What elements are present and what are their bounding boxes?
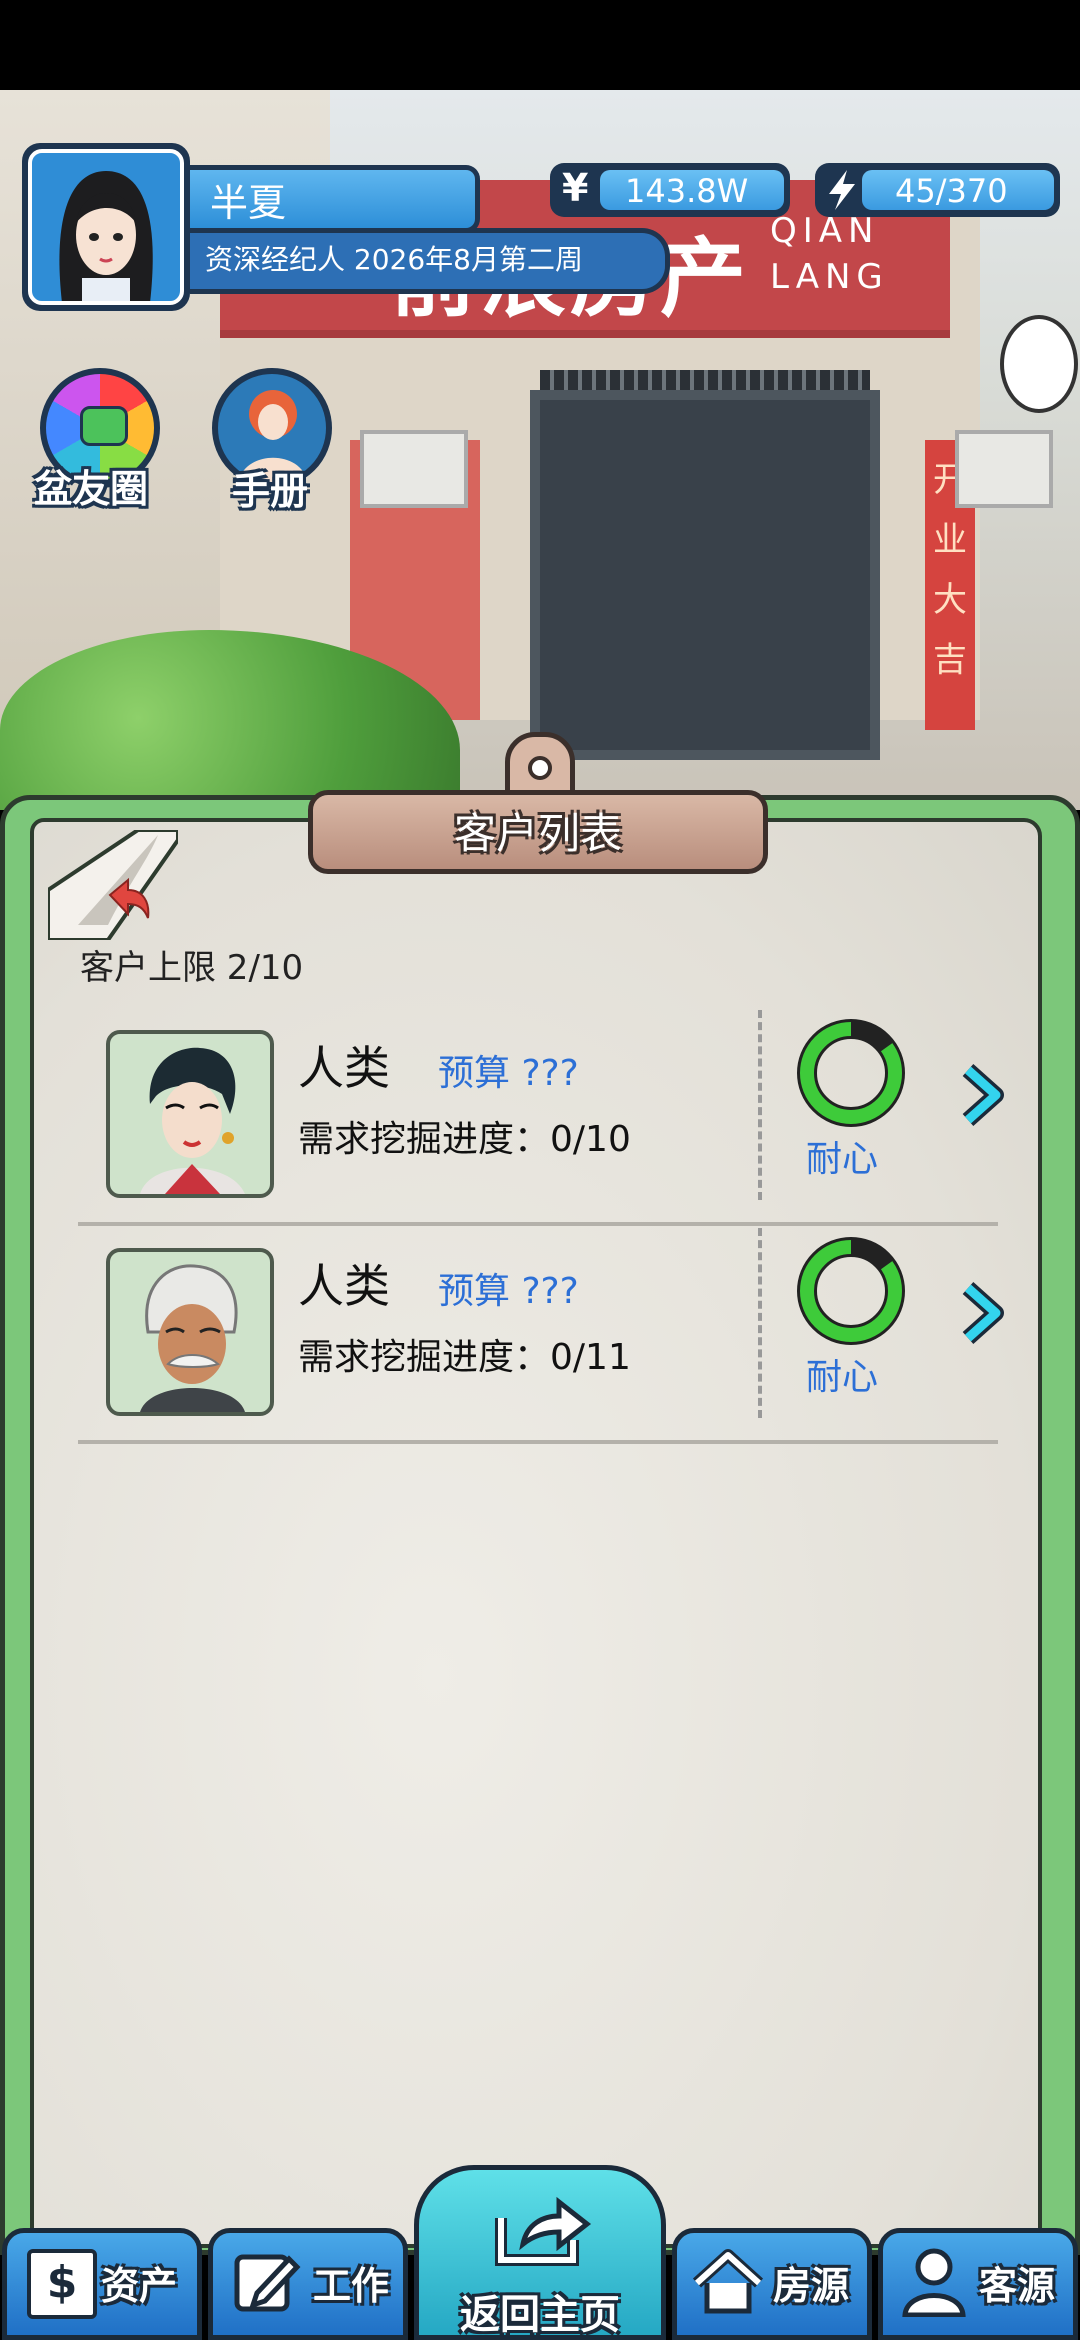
nav-clients-label: 客源 [979, 2264, 1056, 2308]
row-divider [758, 1228, 762, 1418]
friends-circle-button[interactable]: 盆友圈 [34, 368, 174, 511]
player-title-date: 资深经纪人 2026年8月第二周 [205, 243, 583, 276]
air-conditioner [955, 430, 1053, 508]
assets-icon: $ [27, 2249, 97, 2319]
nav-houses-label: 房源 [773, 2264, 850, 2308]
lightning-icon [825, 168, 859, 216]
nav-assets-label: 资产 [101, 2264, 178, 2308]
back-arrow-icon [46, 828, 180, 942]
shop-door [530, 390, 880, 760]
nav-home-label: 返回主页 [460, 2292, 620, 2338]
patience-ring [796, 1018, 906, 1128]
row-divider [758, 1010, 762, 1200]
nav-houses-button[interactable]: 房源 [672, 2228, 872, 2340]
chevron-right-icon[interactable] [958, 1060, 1008, 1130]
chevron-right-icon[interactable] [958, 1278, 1008, 1348]
yuan-icon: ¥ [562, 166, 589, 210]
old-man-portrait-icon [140, 1264, 245, 1412]
shop-sign-english: QIAN LANG [770, 208, 889, 300]
avatar-portrait [28, 149, 184, 305]
customer-row[interactable]: 人类 预算 ??? 需求挖掘进度：0/10 耐心 [78, 1010, 1004, 1226]
shop-sign-english-line2: LANG [770, 257, 889, 297]
patience-ring [796, 1236, 906, 1346]
customer-budget: 预算 ??? [438, 1271, 579, 1312]
chat-bubble-icon [80, 406, 128, 446]
customer-budget: 预算 ??? [438, 1053, 579, 1094]
money-value: 143.8W [625, 172, 749, 210]
person-icon [902, 2248, 966, 2317]
nav-assets-button[interactable]: $ 资产 [2, 2228, 202, 2340]
nav-work-label: 工作 [313, 2264, 390, 2308]
energy-value: 45/370 [895, 172, 1008, 210]
rabbit-logo-icon [1000, 315, 1078, 413]
handbook-button[interactable]: 手册 [208, 368, 348, 513]
nav-work-button[interactable]: 工作 [208, 2228, 408, 2340]
customer-limit: 客户上限 2/10 [80, 948, 304, 988]
customer-portrait [106, 1030, 274, 1198]
air-conditioner [360, 430, 468, 508]
friends-circle-label: 盆友圈 [34, 467, 149, 511]
customer-row[interactable]: 人类 预算 ??? 需求挖掘进度：0/11 耐心 [78, 1228, 1004, 1444]
customer-name: 人类 [298, 1041, 390, 1095]
handbook-label: 手册 [232, 469, 309, 513]
nav-clients-button[interactable]: 客源 [878, 2228, 1078, 2340]
customer-name: 人类 [298, 1259, 390, 1313]
player-avatar[interactable] [22, 143, 190, 311]
house-icon [693, 2249, 763, 2314]
woman-portrait-icon [140, 1047, 245, 1194]
customer-portrait [106, 1248, 274, 1416]
status-bar [0, 0, 1080, 90]
patience-label: 耐心 [806, 1139, 879, 1180]
nav-home-button[interactable]: 返回主页 [414, 2165, 666, 2340]
panel-title: 客户列表 [453, 809, 622, 858]
back-button[interactable] [46, 828, 180, 942]
share-arrow-icon [495, 2196, 592, 2266]
customer-demand-progress: 需求挖掘进度：0/11 [298, 1337, 631, 1378]
player-name: 半夏 [210, 181, 287, 225]
customer-demand-progress: 需求挖掘进度：0/10 [298, 1119, 631, 1160]
avatar-face-icon [59, 171, 153, 301]
patience-label: 耐心 [806, 1357, 879, 1398]
clipboard-clip-hole [528, 756, 552, 780]
edit-icon [234, 2254, 301, 2312]
